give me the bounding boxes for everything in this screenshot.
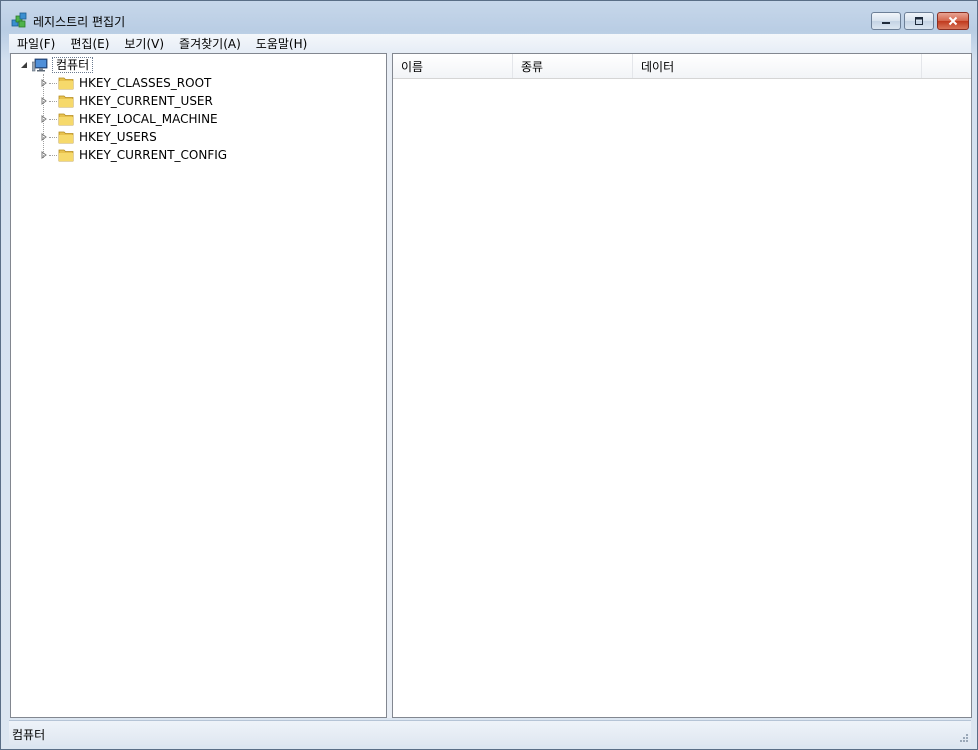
status-path: 컴퓨터 bbox=[12, 728, 46, 742]
collapsed-arrow-icon[interactable] bbox=[39, 151, 48, 160]
tree-item-hkey-current-user[interactable]: HKEY_CURRENT_USER bbox=[39, 92, 213, 110]
window-controls bbox=[871, 12, 969, 32]
values-list-pane[interactable]: 이름 종류 데이터 bbox=[392, 53, 972, 718]
tree-connector bbox=[49, 82, 57, 84]
tree-connector bbox=[49, 136, 57, 138]
collapsed-arrow-icon[interactable] bbox=[39, 133, 48, 142]
list-header: 이름 종류 데이터 bbox=[393, 54, 971, 79]
tree-item-hkey-classes-root[interactable]: HKEY_CLASSES_ROOT bbox=[39, 74, 211, 92]
maximize-button[interactable] bbox=[904, 12, 934, 30]
tree-item-hkey-local-machine[interactable]: HKEY_LOCAL_MACHINE bbox=[39, 110, 218, 128]
window-title: 레지스트리 편집기 bbox=[33, 15, 126, 29]
maximize-icon bbox=[915, 17, 923, 25]
menu-view[interactable]: 보기(V) bbox=[116, 35, 171, 52]
column-header-filler bbox=[922, 54, 971, 78]
tree-connector bbox=[49, 154, 57, 156]
tree-item-label[interactable]: HKEY_CURRENT_CONFIG bbox=[79, 148, 227, 162]
tree-item-computer[interactable]: 컴퓨터 bbox=[19, 56, 94, 74]
column-header-label: 이름 bbox=[401, 59, 424, 74]
expanded-arrow-icon[interactable] bbox=[19, 61, 28, 70]
minimize-button[interactable] bbox=[871, 12, 901, 30]
registry-editor-icon bbox=[11, 12, 27, 28]
menu-bar: 파일(F) 편집(E) 보기(V) 즐겨찾기(A) 도움말(H) bbox=[9, 34, 971, 53]
folder-icon bbox=[58, 149, 74, 162]
menu-favorites[interactable]: 즐겨찾기(A) bbox=[171, 35, 248, 52]
folder-icon bbox=[58, 95, 74, 108]
tree-item-label[interactable]: HKEY_CLASSES_ROOT bbox=[79, 76, 211, 90]
registry-tree-pane[interactable]: 컴퓨터 HKEY_CLASSES_ROOT HKEY_CURRENT_USER bbox=[10, 53, 387, 718]
menu-file[interactable]: 파일(F) bbox=[9, 35, 62, 52]
collapsed-arrow-icon[interactable] bbox=[39, 97, 48, 106]
collapsed-arrow-icon[interactable] bbox=[39, 115, 48, 124]
tree-connector bbox=[49, 100, 57, 102]
title-bar[interactable]: 레지스트리 편집기 bbox=[1, 1, 977, 33]
resize-grip-icon[interactable] bbox=[959, 733, 969, 743]
tree-item-label[interactable]: HKEY_CURRENT_USER bbox=[79, 94, 213, 108]
status-bar: 컴퓨터 bbox=[9, 720, 971, 745]
minimize-icon bbox=[882, 22, 890, 24]
menu-help[interactable]: 도움말(H) bbox=[248, 35, 315, 52]
collapsed-arrow-icon[interactable] bbox=[39, 79, 48, 88]
menu-edit[interactable]: 편집(E) bbox=[62, 35, 116, 52]
tree-root-label[interactable]: 컴퓨터 bbox=[52, 57, 94, 73]
close-icon bbox=[948, 16, 958, 26]
folder-icon bbox=[58, 113, 74, 126]
tree-item-hkey-current-config[interactable]: HKEY_CURRENT_CONFIG bbox=[39, 146, 227, 164]
computer-icon bbox=[32, 58, 48, 72]
close-button[interactable] bbox=[937, 12, 969, 30]
folder-icon bbox=[58, 131, 74, 144]
registry-editor-window: 레지스트리 편집기 파일(F) 편집(E) 보기(V) 즐겨찾기(A) 도움말(… bbox=[0, 0, 978, 750]
column-header-data[interactable]: 데이터 bbox=[633, 54, 922, 78]
column-header-label: 데이터 bbox=[641, 59, 675, 74]
column-header-type[interactable]: 종류 bbox=[513, 54, 633, 78]
tree-connector bbox=[49, 118, 57, 120]
tree-item-label[interactable]: HKEY_LOCAL_MACHINE bbox=[79, 112, 218, 126]
column-header-name[interactable]: 이름 bbox=[393, 54, 513, 78]
folder-icon bbox=[58, 77, 74, 90]
column-header-label: 종류 bbox=[521, 59, 544, 74]
tree-item-hkey-users[interactable]: HKEY_USERS bbox=[39, 128, 157, 146]
tree-item-label[interactable]: HKEY_USERS bbox=[79, 130, 157, 144]
